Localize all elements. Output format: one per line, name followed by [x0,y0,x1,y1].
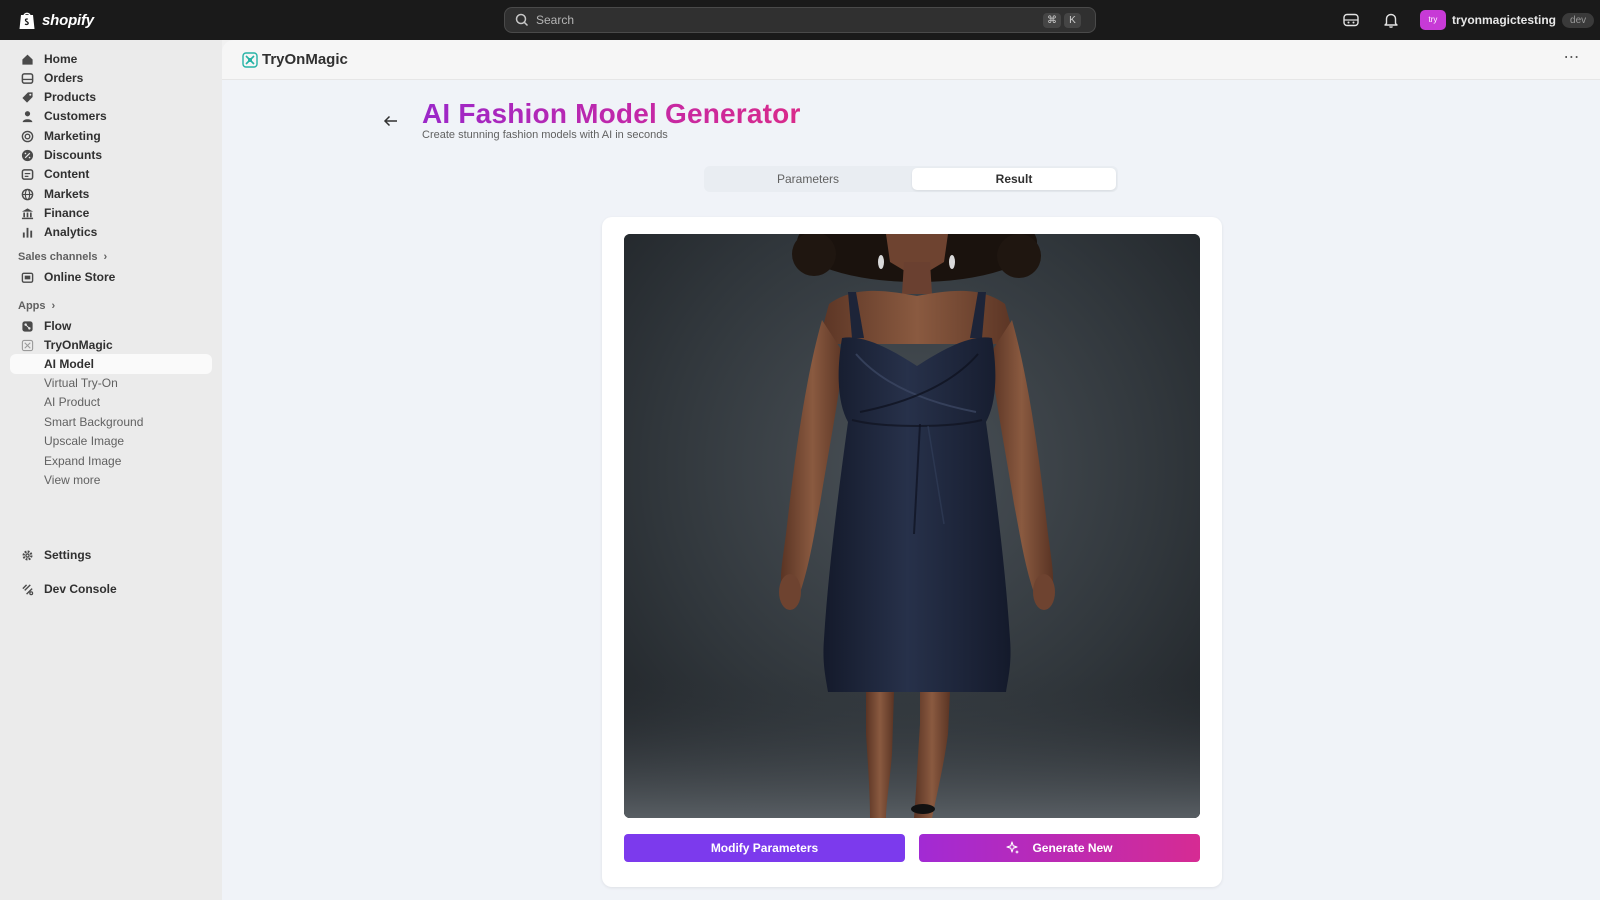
dev-badge: dev [1562,12,1595,28]
content-icon [20,167,34,181]
more-horizontal-icon: ⋯ [1563,49,1581,66]
sidebar-item-content[interactable]: Content [10,164,212,184]
home-icon [20,52,34,66]
tryonmagic-app-icon [20,338,34,352]
sidebar-item-dev-console[interactable]: Dev Console [10,579,212,599]
sidebar-item-finance[interactable]: Finance [10,203,212,223]
page-title: AI Fashion Model Generator [422,98,801,129]
page-subtitle: Create stunning fashion models with AI i… [422,129,668,141]
sidebar-item-label: Analytics [44,225,98,239]
sidebar-item-analytics[interactable]: Analytics [10,222,212,242]
sidebar-item-label: Marketing [44,129,101,143]
apps-label: Apps [18,300,46,312]
account-menu[interactable]: try tryonmagictesting dev [1420,9,1595,31]
search-placeholder: Search [536,13,575,27]
sidebar-item-label: Markets [44,187,90,201]
tag-icon [20,90,34,104]
brand-wordmark: shopify [42,11,94,29]
store-name: tryonmagictesting [1452,13,1557,27]
shopify-logo[interactable]: shopify [18,10,94,30]
chevron-right-icon: › [51,300,56,312]
sidebar-subitem-upscale-image[interactable]: Upscale Image [44,434,124,448]
generate-new-button[interactable]: Generate New [919,834,1200,862]
sidebar-item-ai-model[interactable]: AI Model [10,354,212,374]
sidebar-item-online-store[interactable]: Online Store [10,267,212,287]
sidebar-item-label: Dev Console [44,582,117,596]
sidebar-item-label: Finance [44,206,90,220]
tab-parameters[interactable]: Parameters [706,168,910,190]
shortcut-key-cmd: ⌘ [1043,13,1061,28]
sidebar-item-label: Content [44,167,90,181]
person-icon [20,109,34,123]
flow-icon [20,319,34,333]
tryonmagic-logo-icon [242,52,258,68]
fashion-model-illustration [624,234,1200,818]
sidebar-item-customers[interactable]: Customers [10,106,212,126]
sidebar-item-settings[interactable]: Settings [10,545,212,565]
sidebar-item-discounts[interactable]: Discounts [10,145,212,165]
generate-new-label: Generate New [1032,841,1113,855]
bank-icon [20,206,34,220]
sidebar-item-markets[interactable]: Markets [10,184,212,204]
sidebar-item-label: TryOnMagic [44,338,113,352]
store-icon [20,270,34,284]
sidebar-item-orders[interactable]: Orders [10,68,212,88]
inbox-icon [20,71,34,85]
sidebar-subitem-expand-image[interactable]: Expand Image [44,454,121,468]
bell-icon[interactable] [1382,11,1400,29]
sidebar-subitem-ai-product[interactable]: AI Product [44,395,100,409]
sales-channels-heading[interactable]: Sales channels › [18,251,107,263]
app-header: TryOnMagic ⋯ [222,40,1600,80]
search-input[interactable]: Search ⌘ K [504,7,1096,33]
app-main: TryOnMagic ⋯ AI Fashion Model Generator … [222,40,1600,900]
back-arrow-icon[interactable] [382,114,400,128]
shortcut-key-k: K [1064,13,1081,28]
sidebar-item-products[interactable]: Products [10,87,212,107]
sales-channels-label: Sales channels [18,251,98,263]
globe-icon [20,187,34,201]
gear-icon [20,548,34,562]
tab-switcher: Parameters Result [704,166,1118,192]
sidebar-subitem-smart-background[interactable]: Smart Background [44,415,143,429]
shopify-bag-icon [19,12,35,29]
result-card: Modify Parameters Generate New [602,217,1222,887]
sidebar-item-label: Flow [44,319,72,333]
sidebar-item-tryonmagic[interactable]: TryOnMagic [10,335,212,355]
sidebar-item-marketing[interactable]: Marketing [10,126,212,146]
target-icon [20,129,34,143]
sidebar-item-label: Products [44,90,97,104]
sidebar-item-flow[interactable]: Flow [10,316,212,336]
sidebar-item-label: Orders [44,71,84,85]
sidekick-icon[interactable] [1342,11,1360,29]
modify-parameters-label: Modify Parameters [710,841,819,855]
sidebar-subitem-virtual-try-on[interactable]: Virtual Try-On [44,376,118,390]
code-icon [20,582,34,596]
generated-model-image[interactable] [624,234,1200,818]
sidebar-item-label: Settings [44,548,92,562]
more-actions-button[interactable]: ⋯ [1562,49,1582,69]
sidebar: Home Orders Products Customers Marketing… [0,40,222,900]
apps-heading[interactable]: Apps › [18,300,55,312]
avatar: try [1420,10,1446,30]
search-icon [515,13,529,27]
sidebar-item-home[interactable]: Home [10,49,212,69]
sidebar-item-label: Discounts [44,148,103,162]
sidebar-subitem-view-more[interactable]: View more [44,473,100,487]
tab-result[interactable]: Result [912,168,1116,190]
sidebar-item-label: Customers [44,109,107,123]
discount-icon [20,148,34,162]
top-bar: shopify Search ⌘ K try tryonmagictesting… [0,0,1600,40]
sidebar-item-label: AI Model [44,357,94,371]
app-name: TryOnMagic [262,51,348,68]
chevron-right-icon: › [103,251,108,263]
sidebar-item-label: Online Store [44,270,116,284]
bar-chart-icon [20,225,34,239]
modify-parameters-button[interactable]: Modify Parameters [624,834,905,862]
sparkle-icon [1006,841,1020,854]
sidebar-item-label: Home [44,52,78,66]
